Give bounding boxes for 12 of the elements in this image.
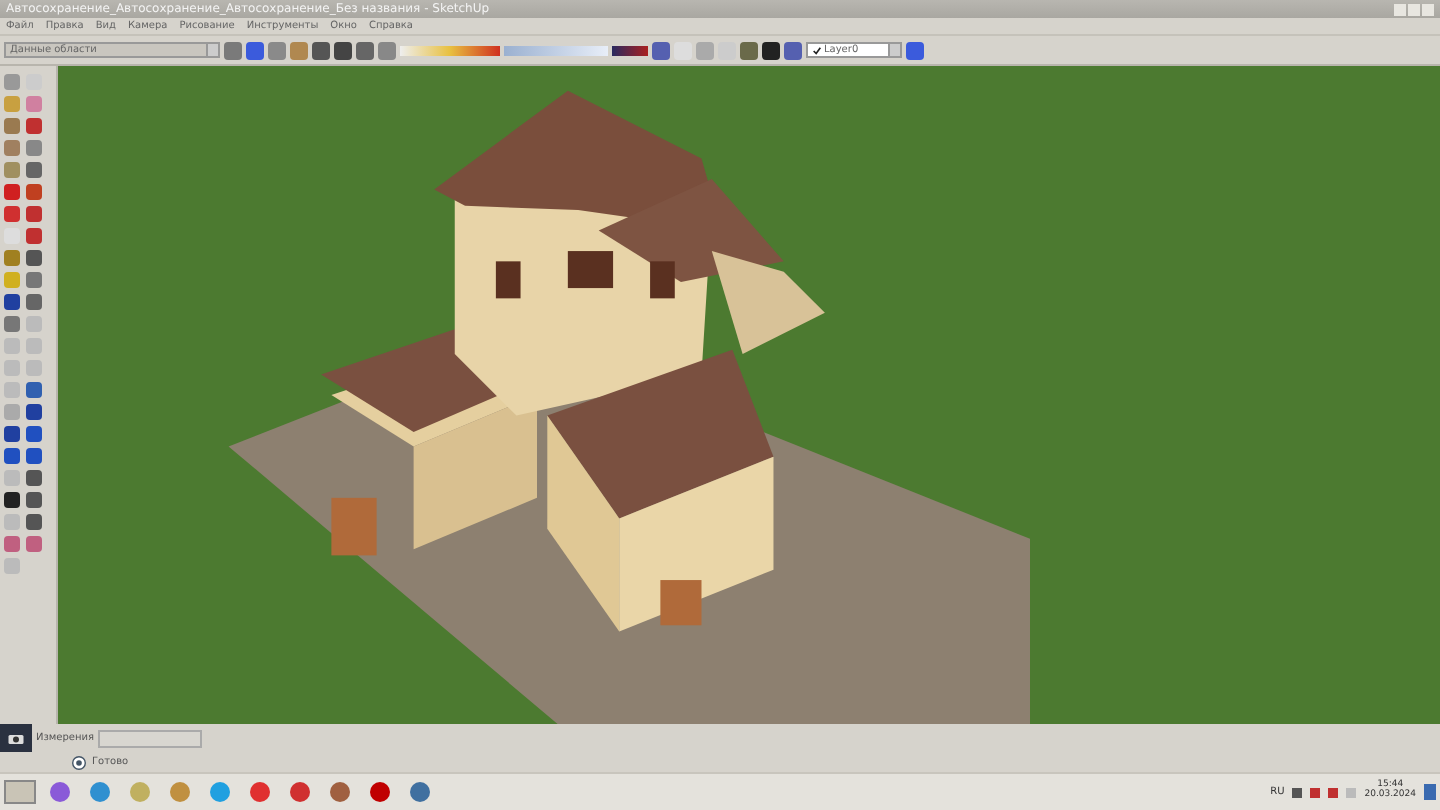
measurements-field[interactable] [98,729,203,747]
camera-icon[interactable] [8,732,24,744]
check-icon [812,45,822,55]
minimize-button[interactable] [1394,3,1406,15]
color-scale-bar [504,45,608,55]
model-viewport[interactable] [58,66,1440,724]
color-scale-bar [400,45,500,55]
close-button[interactable] [1422,3,1434,15]
color-scale-bar [612,45,648,55]
maximize-button[interactable] [1408,3,1420,15]
start-button[interactable] [4,780,36,804]
layer-icon[interactable] [906,41,924,59]
